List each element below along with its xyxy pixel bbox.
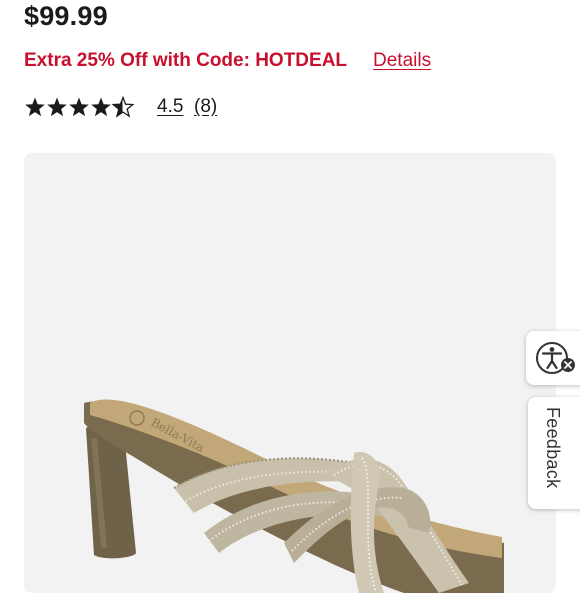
rating-value-link[interactable]: 4.5 xyxy=(157,96,183,118)
half-star-icon xyxy=(111,96,135,118)
promo-details-link[interactable]: Details xyxy=(373,50,431,72)
product-image[interactable]: Bella-Vita xyxy=(24,153,556,593)
promo-banner: Extra 25% Off with Code: HOTDEAL Details xyxy=(24,50,564,76)
feedback-label: Feedback xyxy=(543,407,563,489)
star-icon xyxy=(69,97,89,117)
star-icon xyxy=(25,97,45,117)
sandal-illustration: Bella-Vita xyxy=(84,399,504,593)
accessibility-person-icon xyxy=(536,342,575,374)
feedback-tab[interactable]: Feedback xyxy=(528,397,580,509)
review-count-link[interactable]: (8) xyxy=(194,96,217,118)
rating-row: 4.5 (8) xyxy=(24,96,324,122)
promo-code-text: Extra 25% Off with Code: HOTDEAL xyxy=(24,50,348,71)
product-price: $99.99 xyxy=(24,1,108,31)
star-icon xyxy=(91,97,111,117)
accessibility-button[interactable] xyxy=(526,331,580,385)
star-icon xyxy=(47,97,67,117)
star-rating xyxy=(25,96,135,118)
